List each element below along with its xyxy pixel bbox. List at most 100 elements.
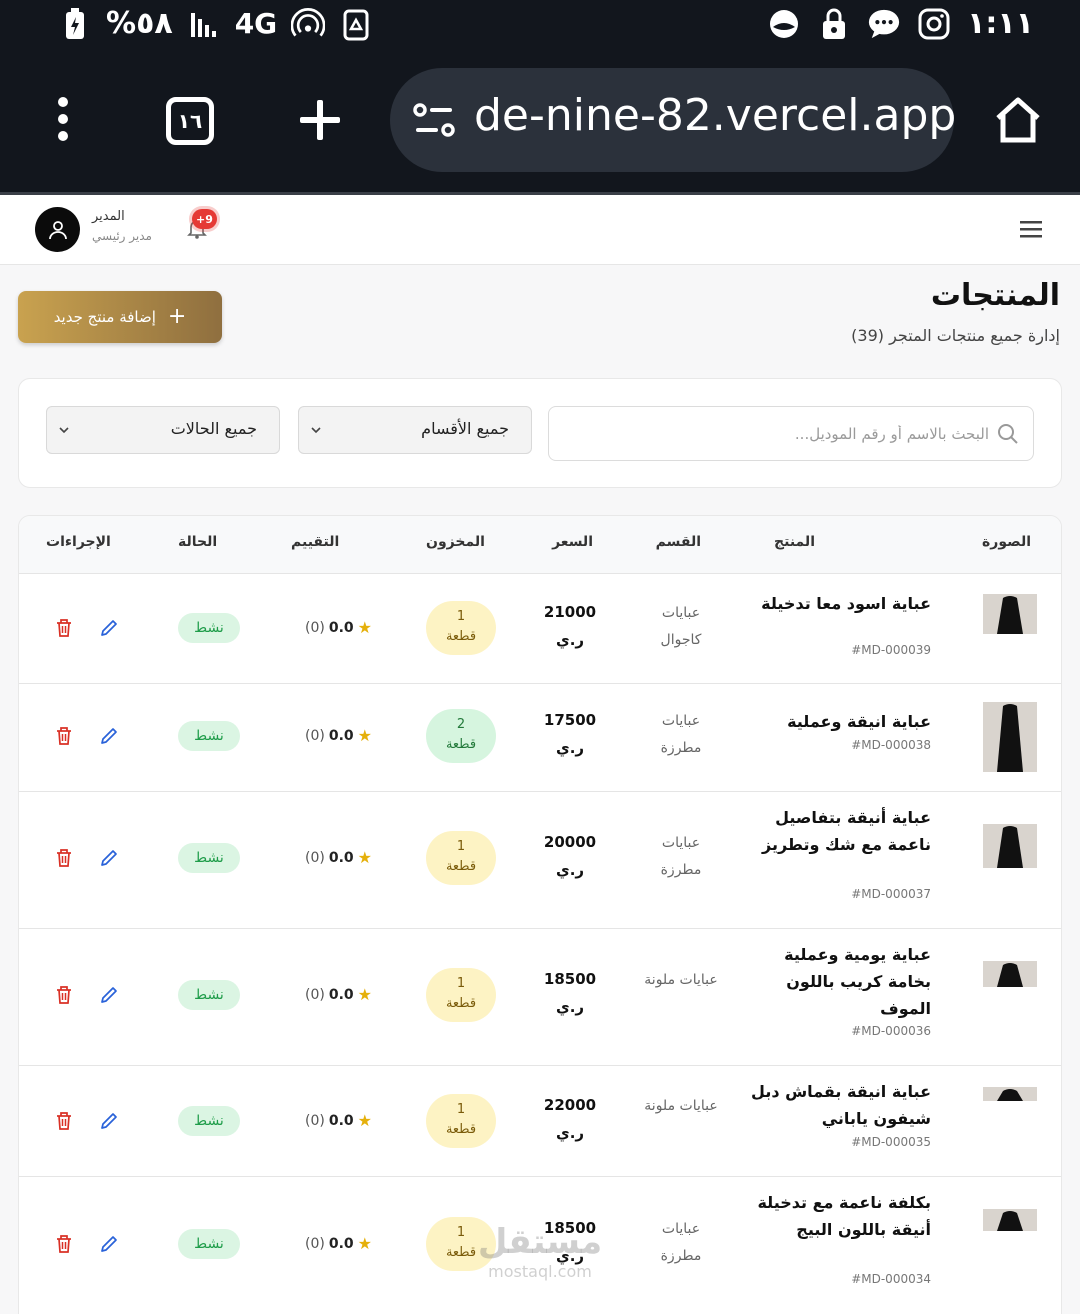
search-input[interactable] <box>569 417 989 451</box>
table-row[interactable]: عباية اسود معا تدخيلة #MD-000039 عبايات كا… <box>19 574 1061 684</box>
trash-icon[interactable] <box>55 618 73 638</box>
trash-icon[interactable] <box>55 1234 73 1254</box>
product-thumbnail[interactable] <box>983 1209 1037 1231</box>
table-row[interactable]: عباية يومية وعملية بخامة كريب باللون الم… <box>19 929 1061 1066</box>
product-rating: (0) 0.0 ★ <box>305 618 372 637</box>
menu-dots-icon[interactable] <box>48 94 78 144</box>
star-icon: ★ <box>357 1234 372 1253</box>
rating-value: 0.0 <box>328 727 354 744</box>
watermark: مستقل mostaql.com <box>474 1222 606 1281</box>
product-thumbnail[interactable] <box>983 824 1037 868</box>
avatar[interactable] <box>35 207 80 252</box>
stock-count: 1 <box>456 1102 466 1117</box>
stock-badge: 1 قطعة <box>426 968 496 1022</box>
column-header-status[interactable]: الحالة <box>178 534 217 550</box>
product-code: #MD-000034 <box>851 1272 931 1286</box>
plus-icon: + <box>167 304 187 329</box>
trash-icon[interactable] <box>55 848 73 868</box>
column-header-image[interactable]: الصورة <box>982 534 1031 550</box>
trash-icon[interactable] <box>55 985 73 1005</box>
table-row[interactable]: عباية أنيقة بتفاصيل ناعمة مع شك وتطريز #M… <box>19 792 1061 929</box>
table-row[interactable]: عباية انيقة بقماش دبل شيفون ياباني #MD-00… <box>19 1066 1061 1177</box>
price-currency: ر.ي <box>555 1124 585 1142</box>
stock-count: 2 <box>456 717 466 732</box>
trash-icon[interactable] <box>55 1111 73 1131</box>
battery-percent: %٥٨ <box>106 6 173 41</box>
stock-unit: قطعة <box>445 737 477 752</box>
filter-card: جميع الأقسام جميع الحالات <box>18 378 1062 488</box>
product-name[interactable]: عباية يومية وعملية بخامة كريب باللون الم… <box>751 941 931 1022</box>
product-name[interactable]: عباية انيقة وعملية <box>751 708 931 735</box>
product-thumbnail[interactable] <box>983 961 1037 987</box>
column-header-product[interactable]: المنتج <box>774 534 815 550</box>
stock-unit: قطعة <box>445 996 477 1011</box>
star-icon: ★ <box>357 618 372 637</box>
url-text[interactable]: de-nine-82.vercel.app <box>474 90 956 141</box>
column-header-price[interactable]: السعر <box>552 534 593 550</box>
trash-icon[interactable] <box>55 726 73 746</box>
edit-icon[interactable] <box>99 618 119 638</box>
product-category: عبايات ملونة <box>644 1098 718 1114</box>
new-tab-plus-icon[interactable] <box>296 96 344 144</box>
stock-count: 1 <box>456 839 466 854</box>
product-thumbnail[interactable] <box>983 1086 1037 1101</box>
review-count: (0) <box>305 849 325 866</box>
rating-value: 0.0 <box>328 849 354 866</box>
product-thumbnail[interactable] <box>983 594 1037 634</box>
edit-icon[interactable] <box>99 1234 119 1254</box>
product-category: عبايات كاجوال <box>660 605 702 648</box>
user-name: المدير <box>92 209 125 224</box>
watermark-latin: mostaql.com <box>488 1262 592 1281</box>
user-icon <box>48 220 67 239</box>
product-rating: (0) 0.0 ★ <box>305 985 372 1004</box>
column-header-stock[interactable]: المخزون <box>426 534 485 550</box>
product-name[interactable]: عباية أنيقة بتفاصيل ناعمة مع شك وتطريز <box>751 804 931 858</box>
review-count: (0) <box>305 1235 325 1252</box>
product-rating: (0) 0.0 ★ <box>305 726 372 745</box>
add-product-button[interactable]: + إضافة منتج جديد <box>18 291 222 343</box>
category-select[interactable]: جميع الأقسام <box>298 406 532 454</box>
rating-value: 0.0 <box>328 986 354 1003</box>
product-name[interactable]: عباية اسود معا تدخيلة <box>751 590 931 617</box>
battery-icon <box>58 7 92 41</box>
page-title: المنتجات <box>930 278 1060 313</box>
price-currency: ر.ي <box>555 739 585 757</box>
edit-icon[interactable] <box>99 1111 119 1131</box>
column-header-category[interactable]: القسم <box>656 534 701 550</box>
search-field[interactable] <box>548 406 1034 461</box>
column-header-actions[interactable]: الإجراءات <box>46 534 111 550</box>
address-bar[interactable]: de-nine-82.vercel.app <box>390 68 956 172</box>
product-rating: (0) 0.0 ★ <box>305 1111 372 1130</box>
product-price: 17500 ر.ي <box>535 706 605 762</box>
product-name[interactable]: بكلفة ناعمة مع تدخيلة أنيقة باللون البيج <box>751 1189 931 1243</box>
product-category: عبايات ملونة <box>644 972 718 988</box>
notification-badge: +9 <box>192 209 217 229</box>
stock-badge: 1 قطعة <box>426 831 496 885</box>
weather-icon <box>767 7 801 41</box>
stock-count: 1 <box>456 609 466 624</box>
status-time: ١:١١ <box>967 6 1034 41</box>
product-name[interactable]: عباية انيقة بقماش دبل شيفون ياباني <box>751 1078 931 1132</box>
tab-switcher-button[interactable]: ١٦ <box>166 97 214 145</box>
lock-icon <box>817 7 851 41</box>
edit-icon[interactable] <box>99 726 119 746</box>
user-role: مدير رئيسي <box>92 229 152 243</box>
status-select[interactable]: جميع الحالات <box>46 406 280 454</box>
price-value: 22000 <box>543 1096 597 1114</box>
product-thumbnail[interactable] <box>983 702 1037 772</box>
edit-icon[interactable] <box>99 848 119 868</box>
table-row[interactable]: عباية انيقة وعملية #MD-000038 عبايات مطرزة… <box>19 684 1061 792</box>
home-icon[interactable] <box>992 94 1044 146</box>
watermark-arabic: مستقل <box>477 1222 603 1262</box>
review-count: (0) <box>305 727 325 744</box>
column-header-rating[interactable]: التقييم <box>291 534 339 550</box>
edit-icon[interactable] <box>99 985 119 1005</box>
recycle-icon <box>339 7 373 41</box>
hamburger-icon[interactable] <box>1020 219 1042 239</box>
status-badge: نشط <box>178 1229 240 1259</box>
tune-icon[interactable] <box>412 102 456 138</box>
status-badge: نشط <box>178 721 240 751</box>
price-currency: ر.ي <box>555 998 585 1016</box>
price-value: 21000 <box>543 603 597 621</box>
star-icon: ★ <box>357 985 372 1004</box>
